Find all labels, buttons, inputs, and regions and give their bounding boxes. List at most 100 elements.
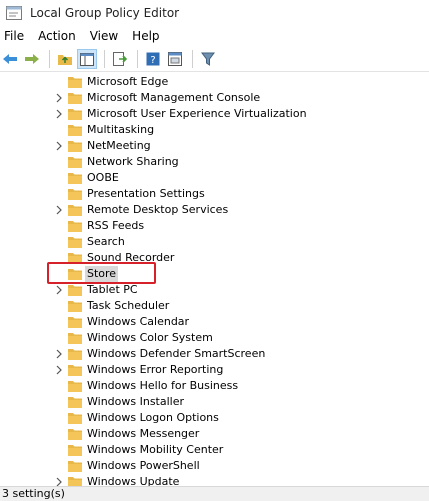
tree-item[interactable]: Multitasking (0, 122, 429, 138)
tree-item[interactable]: Microsoft Edge (0, 74, 429, 90)
folder-icon (68, 301, 82, 312)
folder-icon (68, 461, 82, 472)
tree-item-label: Multitasking (87, 123, 155, 136)
tree-item[interactable]: RSS Feeds (0, 218, 429, 234)
window-title: Local Group Policy Editor (30, 6, 180, 20)
status-text: 3 setting(s) (2, 487, 65, 500)
tree-item-label: Windows Installer (87, 395, 185, 408)
menu-bar: File Action View Help (0, 26, 429, 46)
tree-item-label: Windows Messenger (87, 427, 200, 440)
menu-view[interactable]: View (83, 29, 125, 43)
tree-item-label: Microsoft Edge (87, 75, 169, 88)
folder-icon (68, 141, 82, 152)
chevron-right-icon[interactable] (54, 205, 64, 215)
tree-item[interactable]: Windows Defender SmartScreen (0, 346, 429, 362)
group-policy-app-icon (6, 6, 22, 20)
tree-item[interactable]: Task Scheduler (0, 298, 429, 314)
menu-file[interactable]: File (0, 29, 31, 43)
folder-icon (68, 237, 82, 248)
folder-icon (68, 285, 82, 296)
tree-item[interactable]: Windows Calendar (0, 314, 429, 330)
tree-item-label: Windows Color System (87, 331, 213, 344)
chevron-right-icon[interactable] (54, 93, 64, 103)
folder-icon (68, 317, 82, 328)
tree-item-label: Windows Error Reporting (87, 363, 224, 376)
store-highlight-box (47, 262, 156, 284)
tree-item-label: Windows Mobility Center (87, 443, 224, 456)
tree-item-label: Presentation Settings (87, 187, 205, 200)
tree-item[interactable]: Microsoft User Experience Virtualization (0, 106, 429, 122)
folder-icon (68, 109, 82, 120)
folder-icon (68, 157, 82, 168)
chevron-right-icon[interactable] (54, 477, 64, 486)
tree-item-label: Network Sharing (87, 155, 179, 168)
tree-item[interactable]: Presentation Settings (0, 186, 429, 202)
tree-item[interactable]: Tablet PC (0, 282, 429, 298)
folder-icon (68, 333, 82, 344)
toolbar-separator (137, 50, 138, 68)
tree-item-label: Windows Hello for Business (87, 379, 239, 392)
chevron-right-icon[interactable] (54, 109, 64, 119)
tree-item-label: Windows Calendar (87, 315, 190, 328)
tree-item-label: Windows PowerShell (87, 459, 200, 472)
tree-item[interactable]: Windows Error Reporting (0, 362, 429, 378)
show-hide-tree-icon[interactable] (77, 49, 97, 69)
tree-item[interactable]: Windows Mobility Center (0, 442, 429, 458)
folder-icon (68, 445, 82, 456)
menu-help[interactable]: Help (125, 29, 166, 43)
tree-item[interactable]: Windows Messenger (0, 426, 429, 442)
tree-item-label: NetMeeting (87, 139, 151, 152)
folder-icon (68, 205, 82, 216)
tree-item-label: Tablet PC (87, 283, 138, 296)
folder-icon (68, 125, 82, 136)
tree-item-label: Windows Logon Options (87, 411, 219, 424)
chevron-right-icon[interactable] (54, 349, 64, 359)
tree-item[interactable]: Remote Desktop Services (0, 202, 429, 218)
tree-item-label: RSS Feeds (87, 219, 145, 232)
export-list-icon[interactable] (110, 49, 130, 69)
menu-action[interactable]: Action (31, 29, 83, 43)
toolbar-separator (49, 50, 50, 68)
folder-icon (68, 413, 82, 424)
folder-icon (68, 173, 82, 184)
tree-item[interactable]: Windows Color System (0, 330, 429, 346)
folder-icon (68, 349, 82, 360)
tree-item-label: Windows Defender SmartScreen (87, 347, 266, 360)
folder-icon (68, 365, 82, 376)
chevron-right-icon[interactable] (54, 365, 64, 375)
tree-item-label: OOBE (87, 171, 119, 184)
filter-icon[interactable] (198, 49, 218, 69)
tree-item[interactable]: OOBE (0, 170, 429, 186)
svg-text:?: ? (150, 55, 155, 66)
folder-icon (68, 221, 82, 232)
tree-item[interactable]: Windows Logon Options (0, 410, 429, 426)
up-folder-icon[interactable] (55, 49, 75, 69)
toolbar-separator (192, 50, 193, 68)
tree-item-label: Remote Desktop Services (87, 203, 229, 216)
folder-icon (68, 397, 82, 408)
tree-item[interactable]: Windows Hello for Business (0, 378, 429, 394)
folder-icon (68, 429, 82, 440)
folder-icon (68, 77, 82, 88)
folder-icon (68, 381, 82, 392)
forward-arrow-icon[interactable] (22, 49, 42, 69)
back-arrow-icon[interactable] (0, 49, 20, 69)
status-bar: 3 setting(s) (0, 486, 429, 501)
tree-item-label: Microsoft User Experience Virtualization (87, 107, 307, 120)
chevron-right-icon[interactable] (54, 285, 64, 295)
tree-item[interactable]: Windows PowerShell (0, 458, 429, 474)
tree-item[interactable]: Search (0, 234, 429, 250)
tree-item[interactable]: NetMeeting (0, 138, 429, 154)
tree-item-label: Search (87, 235, 125, 248)
help-icon[interactable]: ? (143, 49, 163, 69)
properties-icon[interactable] (165, 49, 185, 69)
toolbar-separator (104, 50, 105, 68)
chevron-right-icon[interactable] (54, 141, 64, 151)
title-bar: Local Group Policy Editor (0, 0, 429, 26)
tree-item[interactable]: Microsoft Management Console (0, 90, 429, 106)
folder-icon (68, 477, 82, 486)
tree-item-label: Microsoft Management Console (87, 91, 261, 104)
tree-item[interactable]: Windows Installer (0, 394, 429, 410)
tree-item[interactable]: Network Sharing (0, 154, 429, 170)
tree-item[interactable]: Windows Update (0, 474, 429, 486)
